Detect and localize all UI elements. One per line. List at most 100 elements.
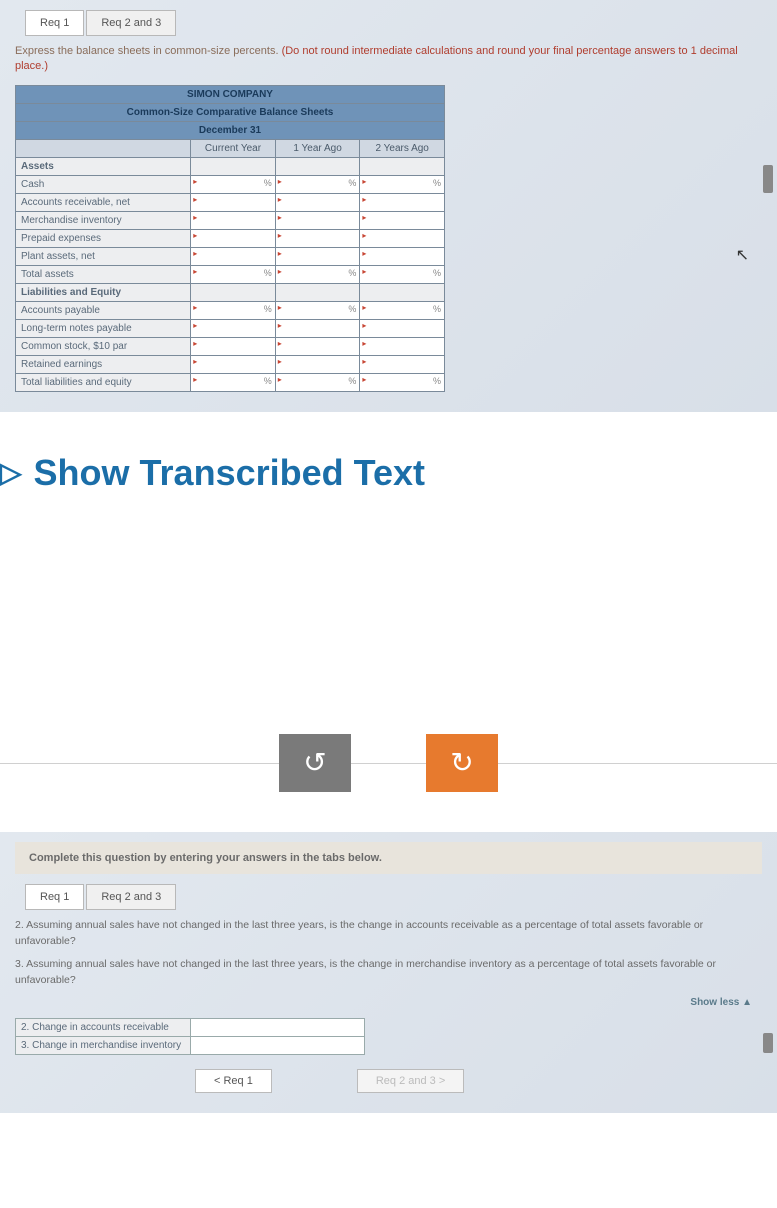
cell-marker: ▸ bbox=[362, 213, 366, 222]
bs-input-cell[interactable]: ▸ bbox=[191, 247, 276, 265]
ans-row-2-input[interactable] bbox=[190, 1018, 364, 1036]
balance-sheet-panel: Req 1 Req 2 and 3 Express the balance sh… bbox=[0, 0, 777, 412]
bs-input-cell[interactable]: ▸ bbox=[275, 355, 360, 373]
pct-symbol: % bbox=[348, 304, 356, 314]
bs-input-cell[interactable]: ▸% bbox=[191, 373, 276, 391]
question-2-text: 2. Assuming annual sales have not change… bbox=[15, 918, 762, 950]
balance-sheet-table: SIMON COMPANY Common-Size Comparative Ba… bbox=[15, 85, 445, 392]
cell-marker: ▸ bbox=[278, 303, 282, 312]
bs-input-cell[interactable]: ▸% bbox=[191, 265, 276, 283]
bs-input-cell[interactable]: ▸% bbox=[191, 301, 276, 319]
tab-req23-top[interactable]: Req 2 and 3 bbox=[86, 10, 176, 36]
redo-button[interactable]: ↻ bbox=[426, 734, 498, 792]
show-transcribed-heading[interactable]: ▷ Show Transcribed Text bbox=[0, 452, 757, 494]
bs-row-label: Common stock, $10 par bbox=[16, 337, 191, 355]
bs-row-label: Accounts payable bbox=[16, 301, 191, 319]
answer-table: 2. Change in accounts receivable 3. Chan… bbox=[15, 1018, 365, 1055]
bs-input-cell[interactable]: ▸% bbox=[360, 373, 445, 391]
cell-marker: ▸ bbox=[362, 357, 366, 366]
cell-marker: ▸ bbox=[193, 339, 197, 348]
cell-marker: ▸ bbox=[362, 195, 366, 204]
instruction-main: Express the balance sheets in common-siz… bbox=[15, 45, 282, 57]
bs-row-label: Total assets bbox=[16, 265, 191, 283]
bs-input-cell[interactable]: ▸ bbox=[191, 337, 276, 355]
cell-marker: ▸ bbox=[278, 231, 282, 240]
bs-row-label: Cash bbox=[16, 175, 191, 193]
tab-req23-bottom[interactable]: Req 2 and 3 bbox=[86, 884, 176, 910]
cell-marker: ▸ bbox=[193, 321, 197, 330]
ans-row-3-input[interactable] bbox=[190, 1036, 364, 1054]
bs-input-cell[interactable]: ▸ bbox=[191, 319, 276, 337]
bs-input-cell[interactable]: ▸% bbox=[275, 301, 360, 319]
scrollbar-thumb[interactable] bbox=[763, 165, 773, 193]
bs-input-cell[interactable]: ▸ bbox=[360, 319, 445, 337]
cursor-icon: ↖ bbox=[736, 245, 749, 265]
bs-input-cell[interactable]: ▸ bbox=[275, 247, 360, 265]
whitespace bbox=[0, 554, 777, 734]
cell-marker: ▸ bbox=[278, 177, 282, 186]
pct-symbol: % bbox=[264, 178, 272, 188]
cell-marker: ▸ bbox=[278, 357, 282, 366]
cell-marker: ▸ bbox=[362, 303, 366, 312]
bs-input-cell[interactable]: ▸ bbox=[275, 193, 360, 211]
bs-input-cell[interactable]: ▸ bbox=[360, 211, 445, 229]
bs-input-cell[interactable]: ▸% bbox=[360, 265, 445, 283]
triangle-icon: ▷ bbox=[0, 456, 22, 489]
bs-row-label: Liabilities and Equity bbox=[16, 283, 191, 301]
bs-input-cell[interactable]: ▸ bbox=[360, 355, 445, 373]
scrollbar-thumb-bottom[interactable] bbox=[763, 1033, 773, 1053]
tab-req1-bottom[interactable]: Req 1 bbox=[25, 884, 84, 910]
show-less-link[interactable]: Show less ▲ bbox=[15, 997, 752, 1008]
bs-input-cell[interactable]: ▸ bbox=[191, 211, 276, 229]
pct-symbol: % bbox=[264, 268, 272, 278]
pct-symbol: % bbox=[264, 376, 272, 386]
tab-req1-top[interactable]: Req 1 bbox=[25, 10, 84, 36]
bs-input-cell[interactable]: ▸ bbox=[275, 319, 360, 337]
tabs-top: Req 1 Req 2 and 3 bbox=[25, 10, 762, 36]
bs-input-cell[interactable]: ▸% bbox=[191, 175, 276, 193]
bs-row-label: Merchandise inventory bbox=[16, 211, 191, 229]
bs-input-cell[interactable]: ▸% bbox=[360, 301, 445, 319]
bs-input-cell[interactable]: ▸% bbox=[275, 373, 360, 391]
bs-input-cell[interactable]: ▸% bbox=[275, 265, 360, 283]
transcribed-label: Show Transcribed Text bbox=[34, 452, 425, 494]
bs-input-cell[interactable]: ▸ bbox=[191, 355, 276, 373]
next-req23-button[interactable]: Req 2 and 3 > bbox=[357, 1069, 464, 1093]
cell-marker: ▸ bbox=[278, 321, 282, 330]
bs-row-label: Long-term notes payable bbox=[16, 319, 191, 337]
bs-date: December 31 bbox=[16, 121, 445, 139]
bs-section-blank bbox=[360, 157, 445, 175]
bs-input-cell[interactable]: ▸ bbox=[191, 193, 276, 211]
bs-row-label: Assets bbox=[16, 157, 191, 175]
cell-marker: ▸ bbox=[278, 267, 282, 276]
bs-input-cell[interactable]: ▸ bbox=[191, 229, 276, 247]
cell-marker: ▸ bbox=[193, 195, 197, 204]
bs-title: Common-Size Comparative Balance Sheets bbox=[16, 103, 445, 121]
ans-row-2-label: 2. Change in accounts receivable bbox=[16, 1018, 191, 1036]
transcribed-section: ▷ Show Transcribed Text bbox=[0, 412, 777, 554]
cell-marker: ▸ bbox=[362, 267, 366, 276]
bs-input-cell[interactable]: ▸ bbox=[360, 247, 445, 265]
question-panel: Complete this question by entering your … bbox=[0, 832, 777, 1113]
cell-marker: ▸ bbox=[362, 177, 366, 186]
bs-input-cell[interactable]: ▸ bbox=[360, 229, 445, 247]
cell-marker: ▸ bbox=[278, 375, 282, 384]
bs-input-cell[interactable]: ▸% bbox=[360, 175, 445, 193]
refresh-row: ↺ ↻ bbox=[0, 734, 777, 792]
pct-symbol: % bbox=[348, 376, 356, 386]
bs-input-cell[interactable]: ▸ bbox=[275, 337, 360, 355]
cell-marker: ▸ bbox=[193, 213, 197, 222]
bs-input-cell[interactable]: ▸ bbox=[275, 211, 360, 229]
cell-marker: ▸ bbox=[193, 231, 197, 240]
pct-symbol: % bbox=[348, 178, 356, 188]
bs-input-cell[interactable]: ▸ bbox=[360, 193, 445, 211]
bs-input-cell[interactable]: ▸ bbox=[360, 337, 445, 355]
bs-section-blank bbox=[275, 283, 360, 301]
cell-marker: ▸ bbox=[193, 303, 197, 312]
prev-req1-button[interactable]: < Req 1 bbox=[195, 1069, 272, 1093]
question-3-text: 3. Assuming annual sales have not change… bbox=[15, 957, 762, 989]
bs-input-cell[interactable]: ▸% bbox=[275, 175, 360, 193]
undo-button[interactable]: ↺ bbox=[279, 734, 351, 792]
pct-symbol: % bbox=[433, 178, 441, 188]
bs-input-cell[interactable]: ▸ bbox=[275, 229, 360, 247]
